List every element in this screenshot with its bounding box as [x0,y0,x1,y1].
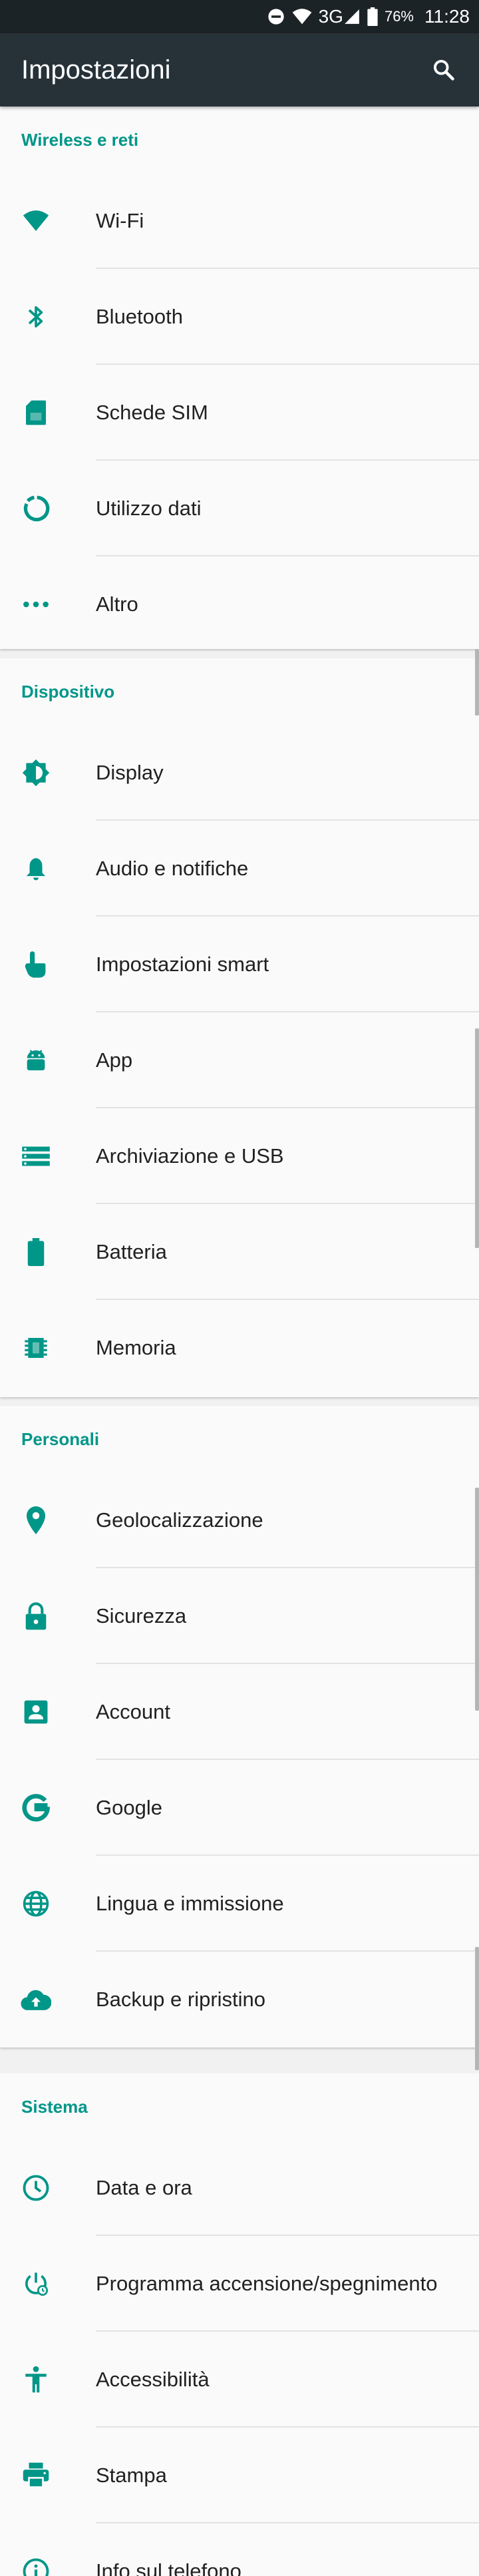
wifi-icon [292,8,312,25]
settings-item-label: Impostazioni smart [96,953,269,976]
settings-item-print[interactable]: Stampa [0,2428,479,2523]
cloud-upload-icon [19,1982,53,2017]
section-system: Sistema Data e ora Programma accensione/… [0,2073,479,2576]
settings-item-label: Archiviazione e USB [96,1144,284,1168]
section-header: Personali [21,1428,100,1449]
printer-icon [19,2458,53,2493]
settings-item-label: App [96,1048,133,1072]
settings-item-memory[interactable]: Memoria [0,1300,479,1396]
data-usage-icon [19,491,53,526]
settings-item-display[interactable]: Display [0,725,479,821]
settings-item-about-phone[interactable]: Info sul telefono [0,2523,479,2576]
settings-item-label: Batteria [96,1240,167,1263]
scrollbar-thumb[interactable] [475,1488,479,1711]
bell-icon [19,851,53,886]
location-pin-icon [19,1503,53,1538]
scrollbar-thumb[interactable] [475,1947,479,2070]
settings-item-backup[interactable]: Backup e ripristino [0,1952,479,2047]
clock-icon [19,2171,53,2205]
settings-item-smart[interactable]: Impostazioni smart [0,917,479,1012]
settings-item-label: Lingua e immissione [96,1892,284,1915]
section-header: Wireless e reti [21,129,139,150]
scrollbar-thumb[interactable] [475,1028,479,1248]
section-device: Dispositivo Display Audio e notifiche Im… [0,658,479,1397]
settings-item-label: Altro [96,592,138,616]
power-schedule-icon [19,2266,53,2301]
settings-item-security[interactable]: Sicurezza [0,1568,479,1664]
settings-item-app[interactable]: App [0,1012,479,1108]
settings-item-label: Programma accensione/spegnimento [96,2272,438,2295]
settings-item-label: Utilizzo dati [96,497,202,520]
sim-card-icon [19,395,53,430]
search-icon [434,60,454,81]
settings-item-audio[interactable]: Audio e notifiche [0,821,479,917]
app-toolbar: Impostazioni [0,33,479,107]
settings-item-label: Memoria [96,1336,176,1359]
search-button[interactable] [428,55,459,85]
google-icon [19,1791,53,1825]
settings-item-label: Display [96,761,164,784]
bluetooth-icon [19,300,53,334]
settings-item-accessibility[interactable]: Accessibilità [0,2332,479,2428]
accessibility-icon [19,2362,53,2397]
settings-item-storage[interactable]: Archiviazione e USB [0,1108,479,1204]
settings-item-label: Wi-Fi [96,209,144,232]
settings-item-google[interactable]: Google [0,1760,479,1856]
more-dots-icon [19,587,53,622]
info-icon [19,2554,53,2576]
status-bar: 3G 76% 11:28 [0,0,479,33]
settings-item-more[interactable]: Altro [0,556,479,652]
settings-item-label: Accessibilità [96,2368,210,2391]
storage-icon [19,1139,53,1174]
settings-item-wifi[interactable]: Wi-Fi [0,173,479,269]
settings-item-label: Info sul telefono [96,2559,241,2576]
section-header: Sistema [21,2096,88,2117]
battery-percent: 76% [384,8,414,25]
settings-item-label: Google [96,1796,162,1819]
hand-pointer-icon [19,947,53,982]
android-icon [19,1043,53,1078]
settings-item-account[interactable]: Account [0,1664,479,1760]
lock-icon [19,1599,53,1633]
settings-item-label: Bluetooth [96,305,183,328]
network-type: 3G [318,6,343,27]
page-title: Impostazioni [21,55,171,85]
settings-item-data-usage[interactable]: Utilizzo dati [0,461,479,556]
settings-item-date-time[interactable]: Data e ora [0,2140,479,2236]
memory-chip-icon [19,1331,53,1365]
settings-item-label: Schede SIM [96,401,208,424]
settings-item-bluetooth[interactable]: Bluetooth [0,269,479,365]
settings-item-label: Geolocalizzazione [96,1508,263,1532]
3g-signal-icon: 3G [319,6,361,27]
section-personal: Personali Geolocalizzazione Sicurezza Ac… [0,1406,479,2047]
wifi-icon [19,204,53,238]
settings-item-battery[interactable]: Batteria [0,1204,479,1300]
settings-item-label: Sicurezza [96,1604,187,1627]
section-header: Dispositivo [21,681,115,702]
settings-item-label: Stampa [96,2464,167,2487]
settings-item-sim[interactable]: Schede SIM [0,365,479,461]
battery-icon [19,1235,53,1269]
brightness-icon [19,755,53,790]
scrollbar-thumb[interactable] [475,649,479,716]
battery-icon [367,7,378,26]
settings-item-location[interactable]: Geolocalizzazione [0,1472,479,1568]
settings-item-label: Audio e notifiche [96,857,249,880]
account-box-icon [19,1695,53,1729]
section-wireless: Wireless e reti Wi-Fi Bluetooth Schede S… [0,107,479,649]
do-not-disturb-icon [267,7,285,26]
globe-icon [19,1886,53,1921]
settings-item-language[interactable]: Lingua e immissione [0,1856,479,1952]
settings-item-label: Data e ora [96,2176,192,2199]
settings-item-label: Account [96,1700,171,1723]
clock: 11:28 [424,6,470,27]
settings-item-label: Backup e ripristino [96,1988,266,2011]
settings-item-power-schedule[interactable]: Programma accensione/spegnimento [0,2236,479,2332]
